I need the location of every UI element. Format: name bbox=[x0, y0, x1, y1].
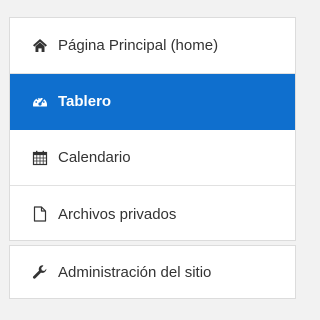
file-icon bbox=[32, 206, 48, 222]
admin-navigation: Administración del sitio bbox=[9, 245, 296, 299]
nav-item-home[interactable]: Página Principal (home) bbox=[10, 18, 295, 74]
home-icon bbox=[32, 38, 48, 54]
main-navigation: Página Principal (home) Tablero Calendar… bbox=[9, 17, 296, 241]
nav-item-label: Archivos privados bbox=[58, 205, 177, 223]
wrench-icon bbox=[32, 264, 48, 280]
calendar-icon bbox=[32, 150, 48, 166]
nav-item-calendar[interactable]: Calendario bbox=[10, 130, 295, 186]
nav-item-dashboard[interactable]: Tablero bbox=[10, 74, 295, 130]
nav-item-label: Página Principal (home) bbox=[58, 37, 219, 54]
nav-item-label: Administración del sitio bbox=[58, 263, 212, 281]
nav-item-private-files[interactable]: Archivos privados bbox=[10, 186, 295, 242]
dashboard-icon bbox=[32, 94, 48, 110]
nav-item-site-admin[interactable]: Administración del sitio bbox=[10, 246, 295, 298]
nav-item-label: Tablero bbox=[58, 93, 112, 110]
nav-item-label: Calendario bbox=[58, 149, 131, 166]
